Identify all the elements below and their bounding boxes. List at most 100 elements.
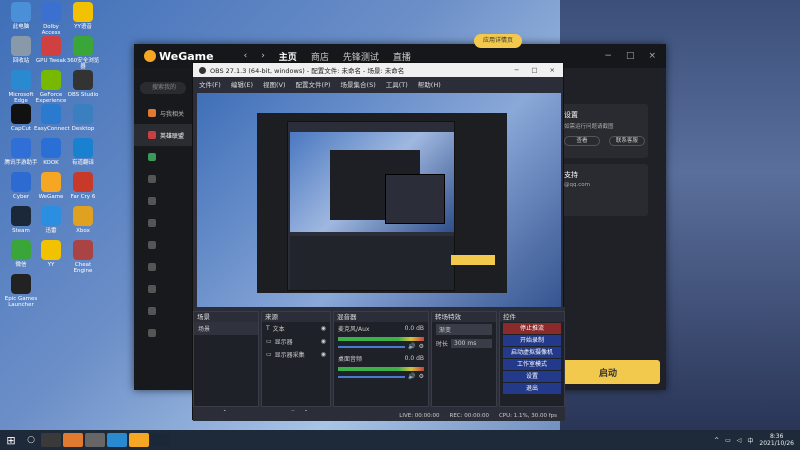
sidebar-item[interactable] bbox=[134, 234, 192, 256]
close-button[interactable]: × bbox=[648, 51, 656, 61]
taskbar-app-icon[interactable] bbox=[85, 433, 105, 447]
gear-icon[interactable]: ⚙ bbox=[419, 373, 424, 380]
taskbar-app-icon[interactable] bbox=[107, 433, 127, 447]
speaker-icon[interactable]: 🔊 bbox=[408, 343, 415, 350]
sidebar-item[interactable] bbox=[134, 256, 192, 278]
eye-icon[interactable]: ◉ bbox=[321, 325, 326, 332]
exit-button[interactable]: 退出 bbox=[503, 383, 561, 394]
track-name: 麦克风/Aux bbox=[338, 326, 370, 333]
sidebar-item[interactable] bbox=[134, 278, 192, 300]
view-button[interactable]: 查看 bbox=[564, 136, 600, 146]
windows-start-icon[interactable]: ⊞ bbox=[0, 434, 22, 447]
nav-store[interactable]: 商店 bbox=[311, 50, 329, 63]
desktop-shortcut[interactable]: YY语音 bbox=[66, 2, 100, 30]
maximize-button[interactable]: □ bbox=[626, 51, 635, 61]
taskbar-app-icon[interactable] bbox=[63, 433, 83, 447]
stop-streaming-button[interactable]: 停止推流 bbox=[503, 323, 561, 334]
sidebar-item[interactable] bbox=[134, 212, 192, 234]
ime-icon[interactable]: 中 bbox=[747, 436, 753, 445]
close-button[interactable]: × bbox=[550, 66, 555, 74]
launch-button[interactable]: 启动 bbox=[556, 360, 660, 384]
minimize-button[interactable]: − bbox=[514, 66, 519, 74]
nav-beta[interactable]: 先锋测试 bbox=[343, 50, 379, 63]
menu-scene-collection[interactable]: 场景集合(S) bbox=[341, 79, 376, 89]
eye-icon[interactable]: ◉ bbox=[321, 338, 326, 345]
desktop-shortcut[interactable]: YY bbox=[34, 240, 68, 268]
duration-input[interactable]: 300 ms bbox=[451, 339, 492, 348]
sidebar-item[interactable] bbox=[134, 190, 192, 212]
studio-mode-button[interactable]: 工作室模式 bbox=[503, 359, 561, 370]
desktop-shortcut[interactable]: Far Cry 6 bbox=[66, 172, 100, 200]
sidebar-item-lol[interactable]: 英雄联盟 bbox=[134, 124, 192, 146]
volume-slider[interactable] bbox=[338, 375, 406, 378]
desktop-shortcut[interactable]: KOOK bbox=[34, 138, 68, 166]
speaker-icon[interactable]: 🔊 bbox=[408, 373, 415, 380]
desktop-shortcut[interactable]: Cheat Engine bbox=[66, 240, 100, 274]
desktop-shortcut[interactable]: Microsoft Edge bbox=[4, 70, 38, 104]
menu-help[interactable]: 帮助(H) bbox=[418, 79, 441, 89]
obs-preview[interactable] bbox=[197, 93, 561, 333]
virtual-camera-button[interactable]: 启动虚拟摄像机 bbox=[503, 347, 561, 358]
shortcut-label: 有道翻译 bbox=[71, 160, 94, 166]
taskbar-app-icon[interactable] bbox=[151, 433, 171, 447]
sidebar-item[interactable] bbox=[134, 300, 192, 322]
taskbar-app-icon[interactable] bbox=[129, 433, 149, 447]
settings-button[interactable]: 设置 bbox=[503, 371, 561, 382]
menu-file[interactable]: 文件(F) bbox=[199, 79, 221, 89]
desktop-shortcut[interactable]: GPU Tweak bbox=[34, 36, 68, 64]
search-icon[interactable]: ○ bbox=[22, 435, 40, 445]
gear-icon[interactable]: ⚙ bbox=[419, 343, 424, 350]
minimize-button[interactable]: − bbox=[604, 51, 612, 61]
source-item[interactable]: ▭ 显示器采集 ◉ bbox=[262, 348, 330, 361]
maximize-button[interactable]: □ bbox=[531, 66, 537, 74]
desktop-shortcut[interactable]: CapCut bbox=[4, 104, 38, 132]
desktop-shortcut[interactable]: Cyber bbox=[4, 172, 38, 200]
menu-edit[interactable]: 编辑(E) bbox=[231, 79, 253, 89]
sidebar-item[interactable] bbox=[134, 168, 192, 190]
shortcut-label: Epic Games Launcher bbox=[4, 296, 38, 308]
volume-slider[interactable] bbox=[338, 345, 406, 348]
desktop-shortcut[interactable]: 360安全浏览器 bbox=[66, 36, 100, 70]
sidebar-item[interactable] bbox=[134, 146, 192, 168]
eye-icon[interactable]: ◉ bbox=[321, 351, 326, 358]
desktop-shortcut[interactable]: 迅雷 bbox=[34, 206, 68, 234]
menu-profile[interactable]: 配置文件(P) bbox=[296, 79, 331, 89]
volume-icon[interactable]: ◁ bbox=[737, 437, 742, 444]
app-icon bbox=[11, 138, 31, 158]
desktop-shortcut[interactable]: 此电脑 bbox=[4, 2, 38, 30]
app-detail-button[interactable]: 应用详情页 bbox=[474, 34, 522, 48]
nav-home[interactable]: 主页 bbox=[279, 50, 297, 63]
back-arrow-icon[interactable]: ‹ bbox=[244, 51, 248, 61]
scene-item[interactable]: 场景 bbox=[194, 322, 258, 335]
sidebar-search-input[interactable]: 搜索我的 bbox=[140, 82, 186, 94]
sidebar-item-related[interactable]: 与我相关 bbox=[134, 102, 192, 124]
desktop-shortcut[interactable]: Epic Games Launcher bbox=[4, 274, 38, 308]
nav-live[interactable]: 直播 bbox=[393, 50, 411, 63]
desktop-shortcut[interactable]: OBS Studio bbox=[66, 70, 100, 98]
source-item[interactable]: ▭ 显示器 ◉ bbox=[262, 335, 330, 348]
desktop-shortcut[interactable]: 有道翻译 bbox=[66, 138, 100, 166]
transition-select[interactable]: 渐变 bbox=[432, 322, 496, 337]
source-label: 显示器采集 bbox=[274, 352, 305, 359]
desktop-shortcut[interactable]: Xbox bbox=[66, 206, 100, 234]
desktop-shortcut[interactable]: 腾讯手游助手 bbox=[4, 138, 38, 166]
desktop-shortcut[interactable]: Desktop bbox=[66, 104, 100, 132]
chevron-up-icon[interactable]: ^ bbox=[714, 437, 719, 444]
clock[interactable]: 8:36 2021/10/26 bbox=[759, 433, 794, 447]
contact-button[interactable]: 联系客服 bbox=[608, 136, 645, 146]
network-icon[interactable]: ▭ bbox=[725, 437, 731, 444]
desktop-shortcut[interactable]: GeForce Experience bbox=[34, 70, 68, 104]
desktop-shortcut[interactable]: EasyConnect bbox=[34, 104, 70, 132]
source-item[interactable]: T 文本 ◉ bbox=[262, 322, 330, 335]
desktop-shortcut[interactable]: Steam bbox=[4, 206, 38, 234]
desktop-shortcut[interactable]: 回收站 bbox=[4, 36, 38, 64]
forward-arrow-icon[interactable]: › bbox=[261, 51, 265, 61]
desktop-shortcut[interactable]: Dolby Access bbox=[34, 2, 68, 36]
desktop-shortcut[interactable]: 微信 bbox=[4, 240, 38, 268]
start-recording-button[interactable]: 开始录制 bbox=[503, 335, 561, 346]
desktop-shortcut[interactable]: WeGame bbox=[34, 172, 68, 200]
task-view-icon[interactable] bbox=[41, 433, 61, 447]
sidebar-item[interactable] bbox=[134, 322, 192, 344]
menu-view[interactable]: 视图(V) bbox=[263, 79, 286, 89]
menu-tools[interactable]: 工具(T) bbox=[386, 79, 408, 89]
